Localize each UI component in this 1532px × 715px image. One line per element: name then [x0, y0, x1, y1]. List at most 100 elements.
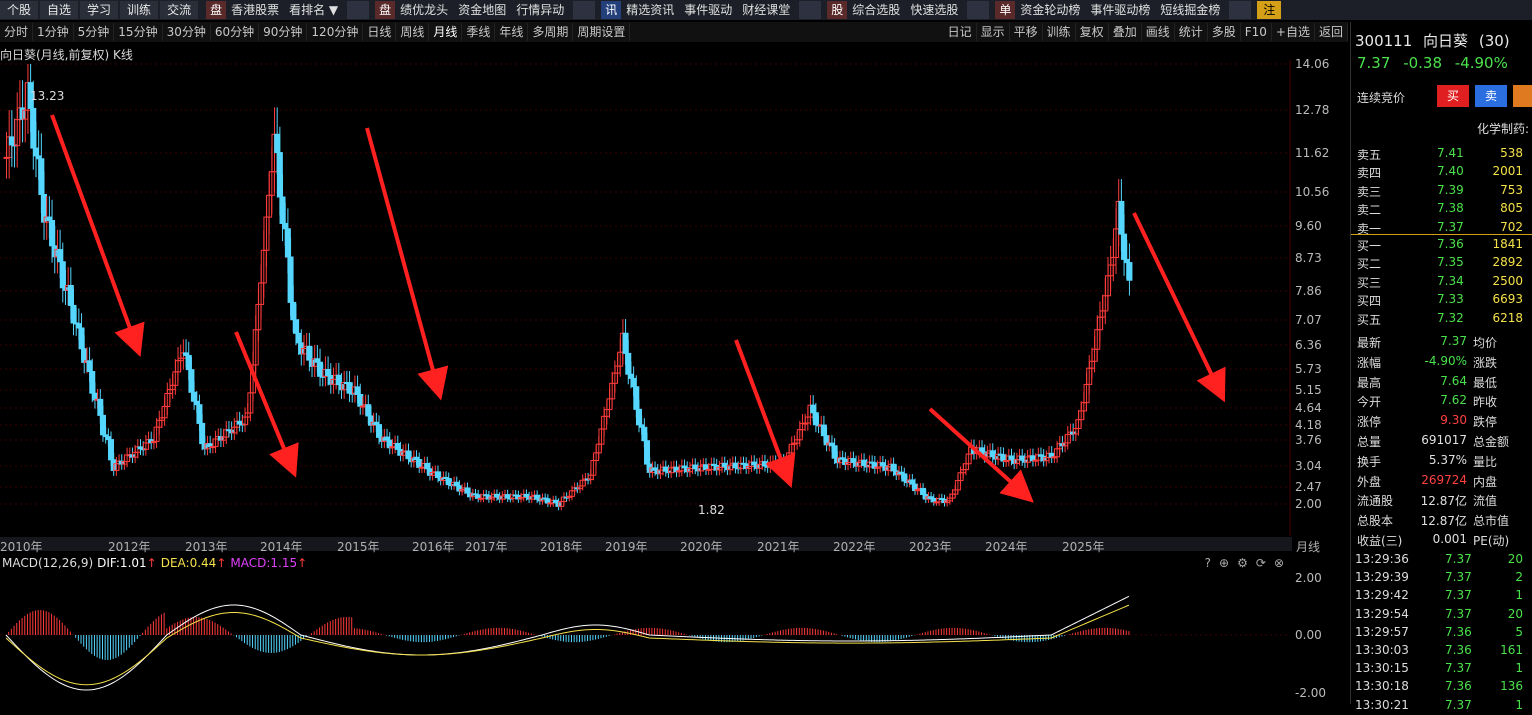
candle-body [625, 352, 632, 375]
top-group-item-3-0[interactable]: 综合选股 [847, 1, 905, 19]
chart-tool-3[interactable]: 训练 [1043, 23, 1076, 41]
stat-row: 涨停 9.30 跌停 [1351, 411, 1532, 430]
stat-row: 总股本 12.87亿 总市值 [1351, 510, 1532, 529]
period-tab-10[interactable]: 月线 [429, 23, 463, 41]
period-tab-8[interactable]: 日线 [363, 23, 397, 41]
tick-price: 7.36 [1445, 679, 1472, 694]
candle-body [78, 327, 85, 350]
chart-tool-10[interactable]: +自选 [1272, 23, 1315, 41]
chart-tool-11[interactable]: 返回 [1315, 23, 1348, 41]
bid-label: 买三 [1357, 275, 1382, 290]
top-button-1[interactable]: 自选 [40, 1, 79, 19]
stock-quote: 7.37 -0.38 -4.90% [1357, 54, 1508, 72]
bid-vol: 6693 [1492, 292, 1523, 307]
top-button-4[interactable]: 交流 [160, 1, 199, 19]
top-group-item-4-2[interactable]: 短线掘金榜 [1155, 1, 1225, 19]
candle-body [335, 374, 342, 386]
top-group-tag-1[interactable]: 盘 [375, 1, 396, 19]
stat-label2: 总市值 [1473, 514, 1510, 529]
candle-body [317, 361, 324, 377]
candle-body [434, 471, 441, 478]
top-group-item-2-1[interactable]: 事件驱动 [679, 1, 737, 19]
top-group-item-0-1[interactable]: 看排名 ▼ [284, 1, 343, 19]
buy-button[interactable]: 买 [1437, 85, 1469, 107]
period-tab-0[interactable]: 分时 [0, 23, 34, 41]
top-group-dropdown-icon-2[interactable] [799, 1, 822, 19]
top-button-2[interactable]: 学习 [80, 1, 119, 19]
chart-tool-8[interactable]: 多股 [1208, 23, 1241, 41]
macd-title: MACD(12,26,9) [2, 556, 94, 570]
chart-tool-6[interactable]: 画线 [1142, 23, 1175, 41]
top-group-item-4-1[interactable]: 事件驱动榜 [1085, 1, 1155, 19]
top-group-tag-2[interactable]: 讯 [601, 1, 622, 19]
extra-button[interactable] [1513, 85, 1532, 107]
period-tab-13[interactable]: 多周期 [528, 23, 574, 41]
top-group-item-0-0[interactable]: 香港股票 [226, 1, 284, 19]
top-button-0[interactable]: 个股 [0, 1, 39, 19]
chart-tool-7[interactable]: 统计 [1175, 23, 1208, 41]
chart-tool-2[interactable]: 平移 [1010, 23, 1043, 41]
trend-arrow [234, 331, 299, 478]
chart-tool-5[interactable]: 叠加 [1109, 23, 1142, 41]
stat-label2: 总金额 [1473, 435, 1510, 449]
stat-label: 最新 [1357, 336, 1382, 350]
candle-body [32, 147, 39, 157]
period-tab-4[interactable]: 30分钟 [163, 23, 211, 41]
candle-body [989, 450, 996, 458]
top-group-item-1-0[interactable]: 绩优龙头 [395, 1, 453, 19]
top-group-item-3-1[interactable]: 快速选股 [905, 1, 963, 19]
candle-body [630, 377, 637, 388]
period-tab-9[interactable]: 周线 [396, 23, 430, 41]
candle-body [279, 196, 286, 224]
chart-tool-0[interactable]: 日记 [944, 23, 977, 41]
bid-label: 买五 [1357, 312, 1382, 327]
period-tab-5[interactable]: 60分钟 [211, 23, 260, 41]
bid-label: 买四 [1357, 294, 1382, 309]
period-tab-2[interactable]: 5分钟 [74, 23, 115, 41]
refresh-icon[interactable]: ⟳ [1256, 556, 1266, 570]
period-tab-14[interactable]: 周期设置 [573, 23, 631, 41]
top-group-item-1-1[interactable]: 资金地图 [453, 1, 511, 19]
period-tab-12[interactable]: 年线 [495, 23, 529, 41]
top-group-item-1-2[interactable]: 行情异动 [511, 1, 569, 19]
top-group-item-2-2[interactable]: 财经课堂 [737, 1, 795, 19]
bid-label: 买一 [1357, 239, 1382, 253]
kline-chart[interactable] [0, 60, 1348, 704]
period-tab-11[interactable]: 季线 [462, 23, 496, 41]
top-group-tag-4[interactable]: 单 [995, 1, 1016, 19]
top-group-tag-0[interactable]: 盘 [206, 1, 227, 19]
candle-body [453, 481, 460, 487]
candle-body [732, 462, 739, 469]
sell-button[interactable]: 卖 [1475, 85, 1507, 107]
top-group-dropdown-icon-4[interactable] [1229, 1, 1252, 19]
period-tab-6[interactable]: 90分钟 [259, 23, 308, 41]
top-group-item-2-0[interactable]: 精选资讯 [621, 1, 679, 19]
period-tab-1[interactable]: 1分钟 [33, 23, 74, 41]
settings-icon[interactable]: ⚙ [1237, 556, 1248, 570]
period-tab-3[interactable]: 15分钟 [114, 23, 163, 41]
chart-tool-4[interactable]: 复权 [1076, 23, 1109, 41]
ask-vol: 753 [1500, 182, 1523, 197]
chart-tool-9[interactable]: F10 [1241, 23, 1272, 41]
close-icon[interactable]: ⊗ [1274, 556, 1284, 570]
top-group-item-4-0[interactable]: 资金轮动榜 [1015, 1, 1085, 19]
top-group-tag-3[interactable]: 股 [827, 1, 848, 19]
zoom-in-icon[interactable]: ⊕ [1219, 556, 1229, 570]
top-nav-right-tag[interactable]: 注 [1257, 1, 1282, 19]
help-icon[interactable]: ? [1205, 556, 1211, 570]
low-price-label: 1.82 [698, 503, 725, 517]
candle-body [662, 466, 669, 472]
price-tick: 2.47 [1295, 480, 1322, 494]
period-tab-7[interactable]: 120分钟 [307, 23, 364, 41]
candle-body [820, 424, 827, 437]
top-group-dropdown-icon-3[interactable] [967, 1, 990, 19]
chart-tool-1[interactable]: 显示 [977, 23, 1010, 41]
top-group-dropdown-icon-1[interactable] [573, 1, 596, 19]
top-group-dropdown-icon-0[interactable] [347, 1, 370, 19]
stat-value: 7.37 [1440, 334, 1467, 348]
candle-body [627, 373, 634, 379]
bid-row: 买四 7.33 6693 [1351, 290, 1532, 309]
candle-body [416, 459, 423, 468]
ask-vol: 2001 [1492, 164, 1523, 179]
top-button-3[interactable]: 训练 [120, 1, 159, 19]
